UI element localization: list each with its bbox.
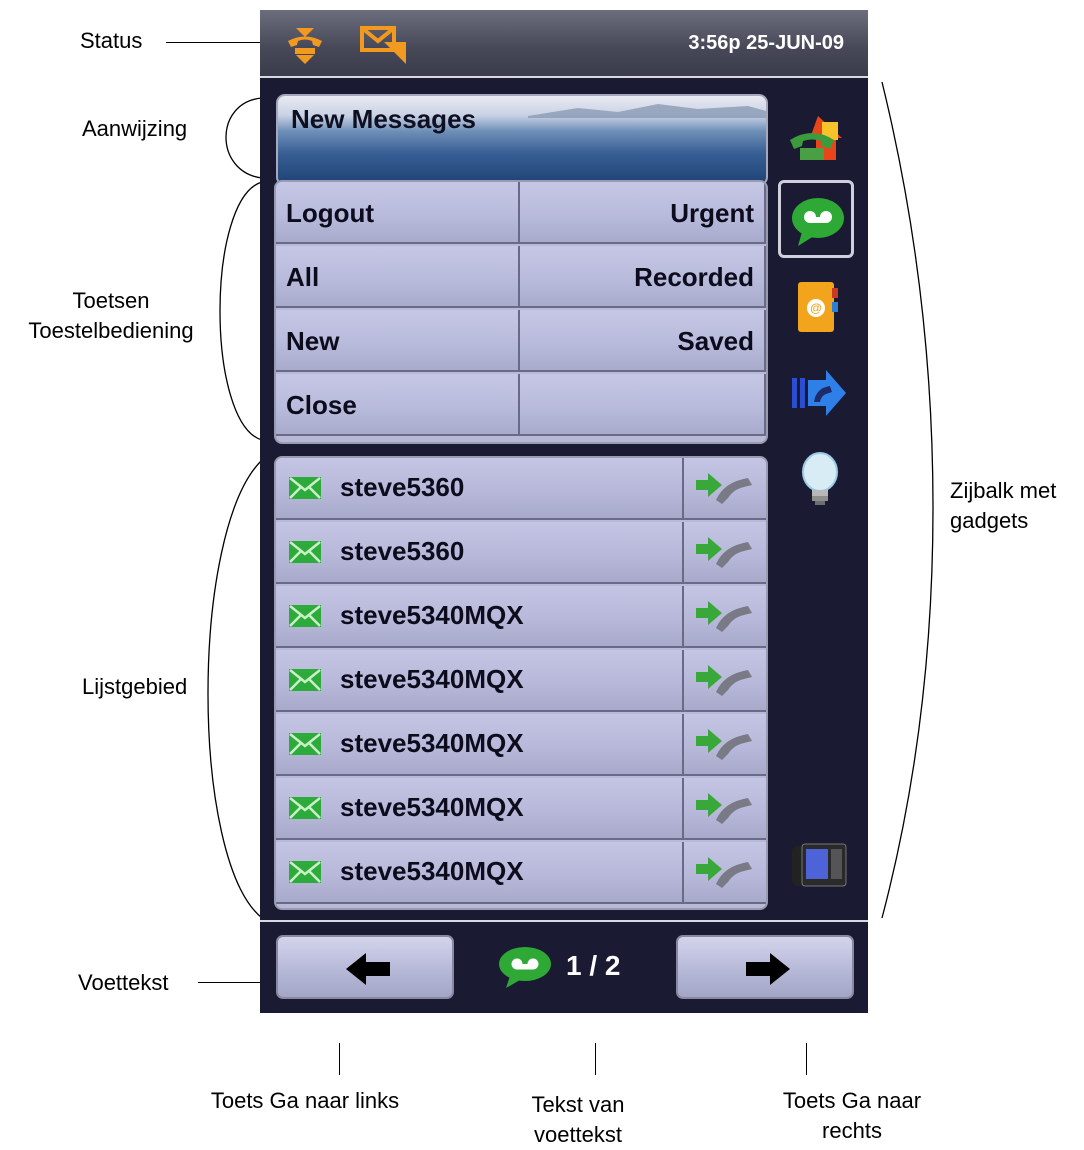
status-datetime: 3:56p 25-JUN-09 [688,32,844,54]
desk-phone-icon[interactable] [790,840,850,900]
home-phone-icon[interactable] [786,112,846,172]
arrow-left-icon [346,953,390,985]
contacts-icon[interactable]: @ [794,278,854,338]
message-sender: steve5340MQX [340,728,524,758]
new-key[interactable]: New [276,310,520,372]
phone-screen: 3:56p 25-JUN-09 New Messages Logout Urge… [260,10,868,1013]
status-bar: 3:56p 25-JUN-09 [260,10,868,78]
svg-text:@: @ [810,301,822,315]
footer-page-indicator: 1 / 2 [566,950,621,981]
prompt-area: New Messages [276,94,768,186]
message-sender: steve5360 [340,536,465,566]
envelope-icon [289,541,321,563]
message-sender: steve5340MQX [340,856,524,886]
footer-divider [260,920,868,922]
message-row-main[interactable]: steve5340MQX [276,714,684,774]
message-row-main[interactable]: steve5340MQX [276,778,684,838]
navigate-left-button[interactable] [276,935,454,999]
forward-call-icon[interactable] [790,366,850,426]
message-sender: steve5340MQX [340,792,524,822]
empty-key[interactable] [520,374,766,436]
call-back-icon[interactable] [694,598,754,634]
message-row[interactable]: steve5340MQX [276,650,766,712]
envelope-icon [289,605,321,627]
message-row[interactable]: steve5360 [276,522,766,584]
sidebar-arc [881,81,934,919]
help-bulb-icon[interactable] [796,450,856,510]
voicemail-icon[interactable] [788,190,848,250]
message-row[interactable]: steve5340MQX [276,842,766,904]
saved-key[interactable]: Saved [520,310,766,372]
message-row-main[interactable]: steve5340MQX [276,842,684,902]
close-key[interactable]: Close [276,374,520,436]
call-back-icon[interactable] [694,470,754,506]
message-row-main[interactable]: steve5340MQX [276,650,684,710]
message-row-main[interactable]: steve5340MQX [276,586,684,646]
message-sender: steve5340MQX [340,600,524,630]
message-list: steve5360 steve5360 steve5340MQX steve5340M… [274,456,768,910]
call-back-icon[interactable] [694,662,754,698]
all-key[interactable]: All [276,246,520,308]
message-row[interactable]: steve5340MQX [276,778,766,840]
message-row[interactable]: steve5360 [276,458,766,520]
message-row-main[interactable]: steve5360 [276,458,684,518]
keys-bracket [219,181,263,441]
call-back-icon[interactable] [694,854,754,890]
call-back-icon[interactable] [694,790,754,826]
message-sender: steve5360 [340,472,465,502]
message-row[interactable]: steve5340MQX [276,586,766,648]
navigate-right-button[interactable] [676,935,854,999]
message-row[interactable]: steve5340MQX [276,714,766,776]
envelope-icon [289,477,321,499]
message-row-main[interactable]: steve5360 [276,522,684,582]
message-sender: steve5340MQX [340,664,524,694]
status-divider [260,76,868,78]
call-back-icon[interactable] [694,726,754,762]
softkey-panel: Logout Urgent All Recorded New Saved Clo… [274,180,768,444]
envelope-icon [289,669,321,691]
logout-key[interactable]: Logout [276,182,520,244]
prompt-bracket [225,97,263,179]
recorded-key[interactable]: Recorded [520,246,766,308]
envelope-icon [289,733,321,755]
phone-transfer-icon [282,24,328,66]
arrow-right-icon [746,953,790,985]
footer-voicemail-icon [496,944,554,990]
urgent-key[interactable]: Urgent [520,182,766,244]
envelope-icon [289,797,321,819]
message-waiting-icon [360,24,412,66]
envelope-icon [289,861,321,883]
prompt-title: New Messages [291,104,476,134]
list-bracket [207,459,263,919]
call-back-icon[interactable] [694,534,754,570]
